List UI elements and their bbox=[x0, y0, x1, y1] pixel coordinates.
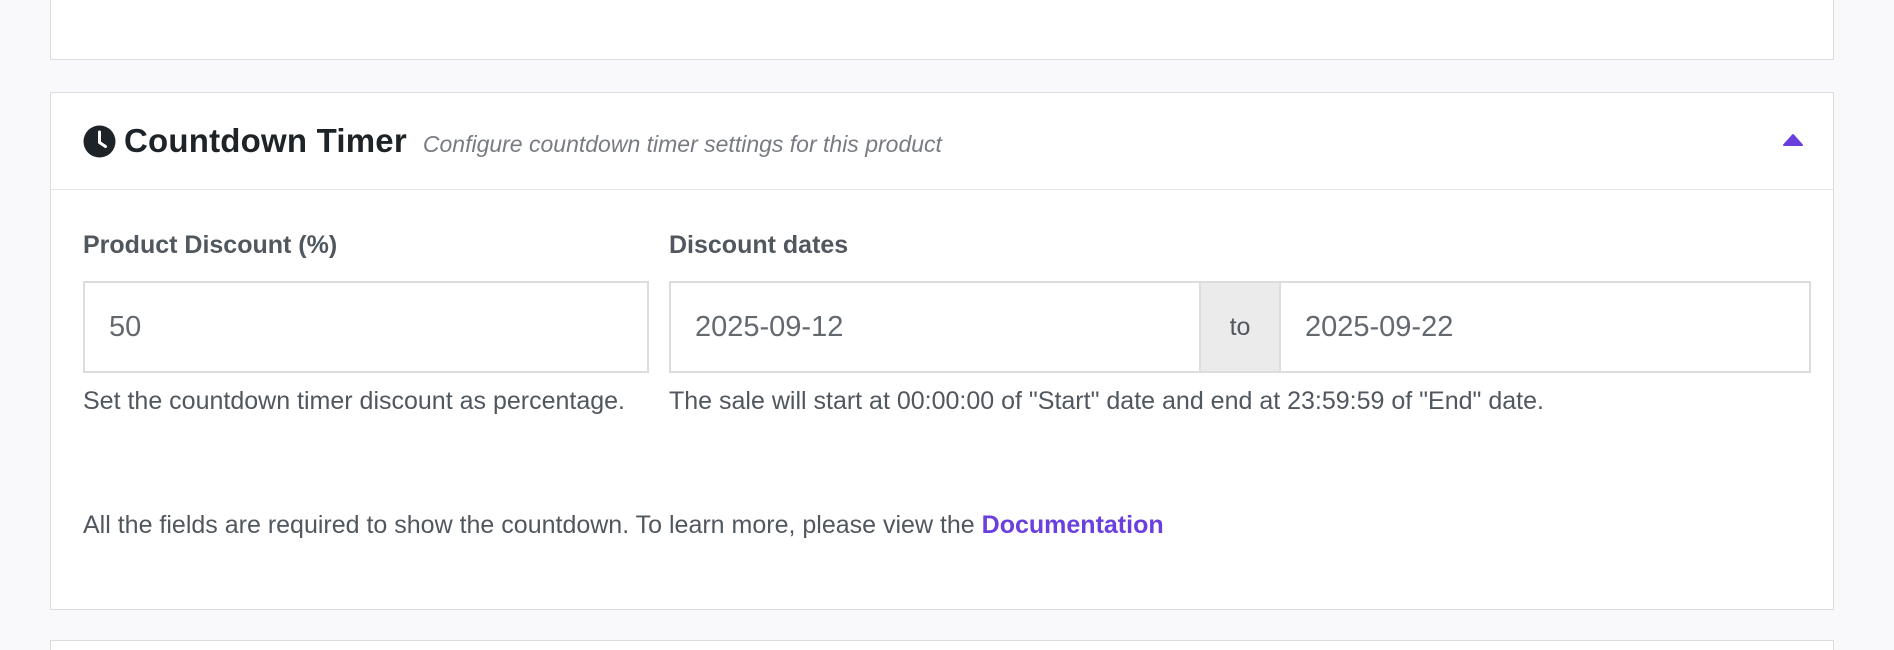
documentation-link[interactable]: Documentation bbox=[982, 511, 1164, 539]
date-range-separator: to bbox=[1201, 281, 1279, 373]
panel-header[interactable]: Countdown Timer Configure countdown time… bbox=[51, 93, 1833, 190]
next-panel bbox=[50, 640, 1834, 650]
discount-end-date-input[interactable] bbox=[1279, 281, 1811, 373]
collapse-toggle-button[interactable] bbox=[1781, 129, 1805, 151]
countdown-timer-panel: Countdown Timer Configure countdown time… bbox=[50, 92, 1834, 610]
notice-text: All the fields are required to show the … bbox=[83, 511, 982, 539]
product-discount-help: Set the countdown timer discount as perc… bbox=[83, 387, 625, 415]
discount-dates-label: Discount dates bbox=[669, 231, 849, 259]
product-discount-label: Product Discount (%) bbox=[83, 231, 338, 259]
caret-up-icon bbox=[1783, 134, 1803, 146]
product-discount-input[interactable] bbox=[83, 281, 649, 373]
panel-title: Countdown Timer bbox=[124, 122, 407, 159]
discount-start-date-input[interactable] bbox=[669, 281, 1201, 373]
clock-icon bbox=[83, 125, 116, 158]
panel-subtitle: Configure countdown timer settings for t… bbox=[422, 130, 942, 157]
discount-dates-help: The sale will start at 00:00:00 of "Star… bbox=[669, 387, 1544, 415]
previous-panel bbox=[50, 0, 1834, 60]
page: Countdown Timer Configure countdown time… bbox=[0, 0, 1894, 650]
required-fields-notice: All the fields are required to show the … bbox=[83, 511, 1164, 540]
